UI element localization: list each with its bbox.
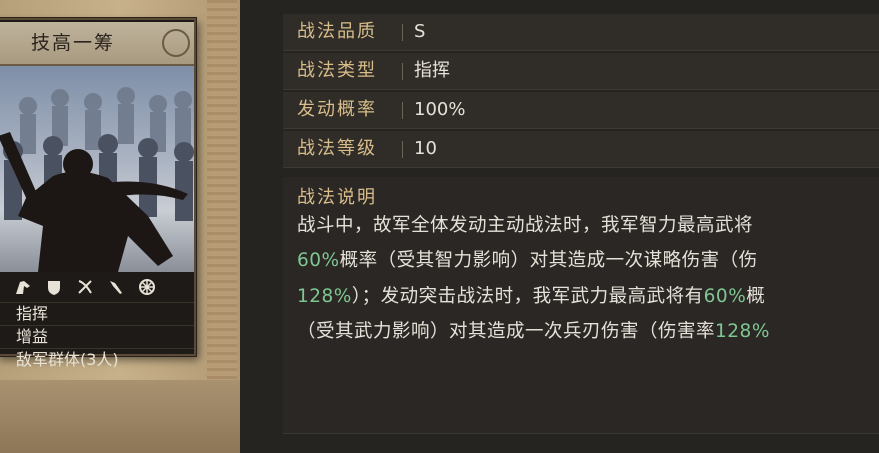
description-line-1: 战斗中，故军全体发动主动战法时，我军智力最高武将: [297, 211, 753, 237]
description-line-3: 128%）；发动突击战法时，我军武力最高武将有60%概: [297, 282, 765, 308]
tactic-info-panel: 战法品质 S 战法类型 指挥 发动概率 100% 战法等级 10 战法说明 战斗…: [283, 0, 879, 453]
row-divider: [402, 141, 403, 158]
card-tactic-effect: 增益: [0, 325, 194, 347]
scroll-bottom: [0, 380, 240, 453]
quality-label: 战法品质: [297, 21, 377, 42]
card-artwork: [0, 66, 194, 272]
card-tactic-target: 敌军群体(3人): [0, 348, 194, 370]
description-text: （受其武力影响）对其造成一次兵刃伤害（伤害率: [297, 321, 716, 342]
type-label: 战法类型: [297, 60, 377, 81]
row-type: 战法类型 指挥: [283, 53, 879, 90]
spear-icon: [110, 281, 122, 294]
description-line-2: 60%概率（受其智力影响）对其造成一次谋略伤害（伤: [297, 246, 758, 272]
tactic-card[interactable]: 技高一筹 指挥 增益 敌军群体(3人): [0, 18, 196, 369]
card-tactic-type: 指挥: [0, 302, 194, 324]
troop-icons-row: [0, 274, 194, 300]
row-probability: 发动概率 100%: [283, 92, 879, 129]
probability-value: 100%: [414, 99, 466, 120]
type-value: 指挥: [414, 60, 450, 81]
row-divider: [402, 102, 403, 119]
description-text: 概率（受其智力影响）对其造成一次谋略伤害（伤: [339, 250, 758, 271]
wheel-icon: [139, 279, 155, 295]
warrior-silhouette-image: [0, 87, 194, 272]
quality-value: S: [414, 21, 426, 42]
card-title: 技高一筹: [30, 32, 115, 54]
highlight-percent: 60%: [297, 250, 340, 271]
description-line-4: （受其武力影响）对其造成一次兵刃伤害（伤害率128%: [297, 317, 770, 343]
card-title-bar: 技高一筹: [0, 22, 194, 66]
shield-icon: [48, 281, 60, 295]
seal-icon: [162, 29, 190, 57]
archer-icon: [78, 280, 92, 294]
description-box: 战法说明 战斗中，故军全体发动主动战法时，我军智力最高武将 60%概率（受其智力…: [283, 177, 879, 434]
probability-label: 发动概率: [297, 99, 377, 120]
row-divider: [402, 24, 403, 41]
row-divider: [402, 63, 403, 80]
description-title: 战法说明: [297, 187, 377, 208]
highlight-percent: 128%: [297, 286, 352, 307]
description-text: ）；发动突击战法时，我军武力最高武将有: [351, 286, 704, 307]
row-quality: 战法品质 S: [283, 14, 879, 51]
highlight-percent: 60%: [703, 286, 747, 307]
row-level: 战法等级 10: [283, 131, 879, 168]
level-value: 10: [414, 138, 437, 159]
highlight-percent: 128%: [715, 321, 770, 342]
description-text: 战斗中，故军全体发动主动战法时，我军智力最高武将: [297, 215, 754, 236]
level-label: 战法等级: [297, 138, 377, 159]
description-text: 概: [746, 286, 766, 307]
cavalry-icon: [16, 281, 30, 294]
